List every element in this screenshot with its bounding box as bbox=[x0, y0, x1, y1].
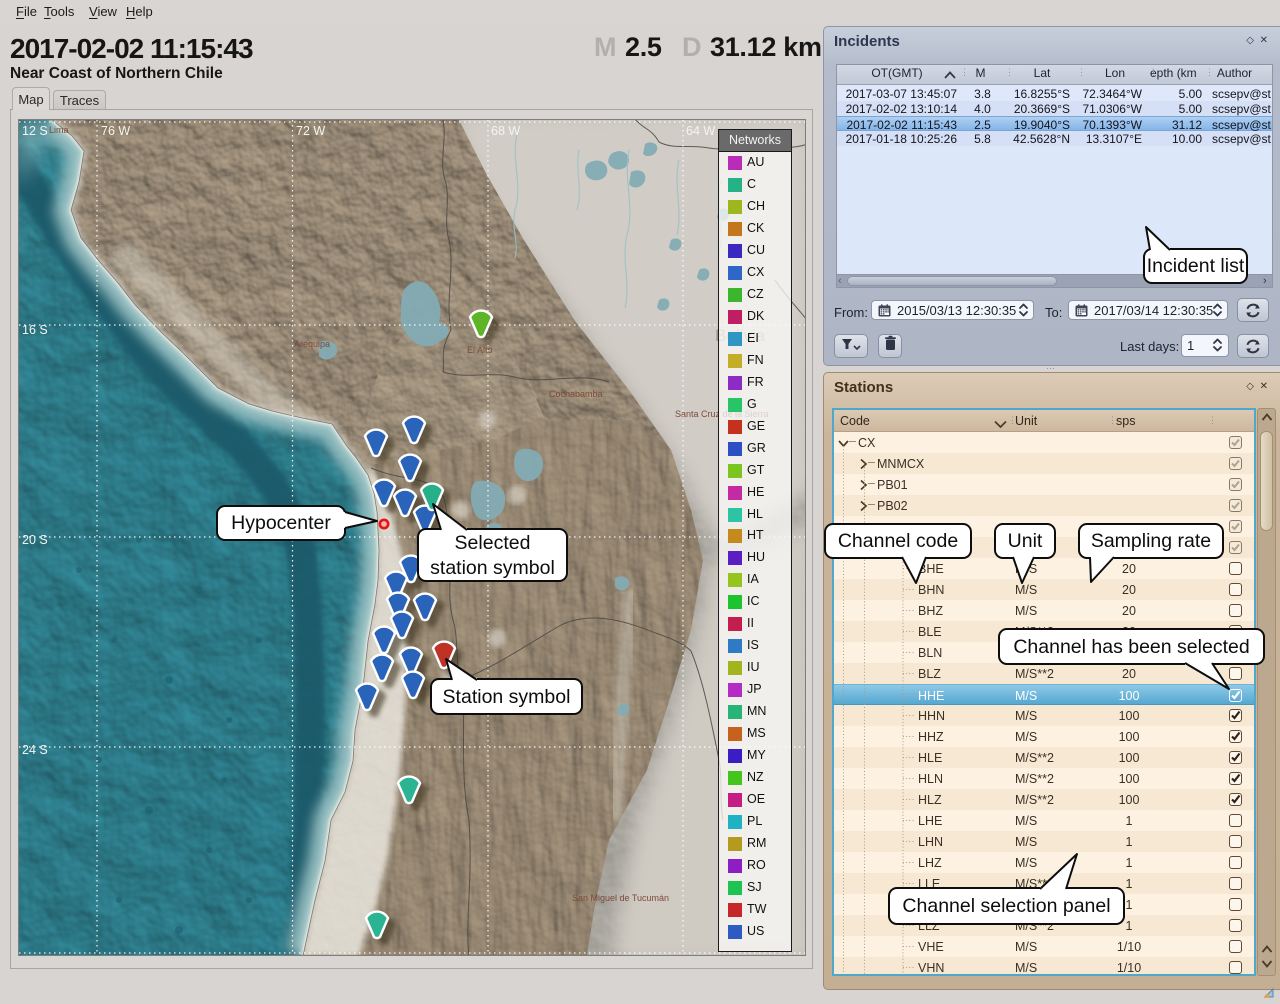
svg-text:Lima: Lima bbox=[49, 125, 69, 135]
svg-text:El Alto: El Alto bbox=[467, 345, 493, 355]
svg-text:16 S: 16 S bbox=[22, 323, 48, 337]
svg-text:20 S: 20 S bbox=[22, 533, 48, 547]
svg-text:24 S: 24 S bbox=[22, 743, 48, 757]
svg-text:San Miguel de Tucumán: San Miguel de Tucumán bbox=[572, 893, 669, 903]
svg-text:Cochabamba: Cochabamba bbox=[549, 389, 603, 399]
svg-text:72 W: 72 W bbox=[296, 124, 325, 138]
svg-text:64 W: 64 W bbox=[686, 124, 715, 138]
svg-text:76 W: 76 W bbox=[101, 124, 130, 138]
svg-text:68 W: 68 W bbox=[491, 124, 520, 138]
svg-text:12 S: 12 S bbox=[22, 124, 48, 138]
svg-text:Arequipa: Arequipa bbox=[294, 339, 330, 349]
